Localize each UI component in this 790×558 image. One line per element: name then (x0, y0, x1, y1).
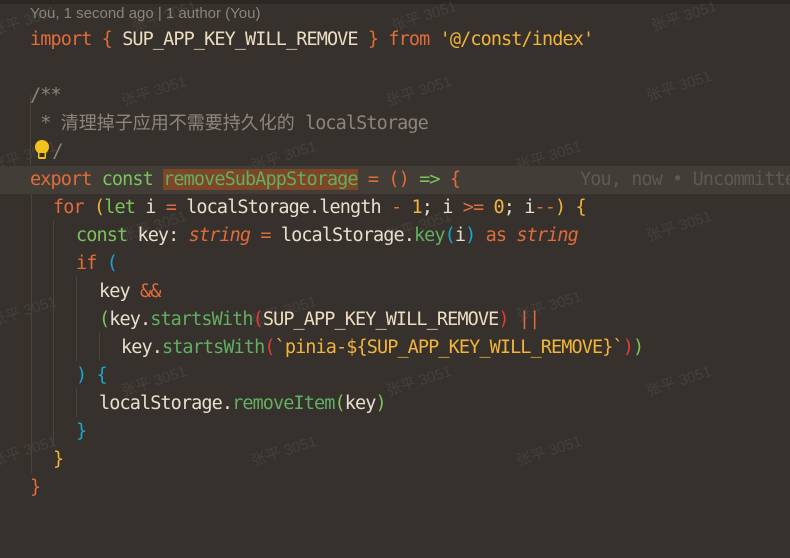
comment-english-text: localStorage (294, 113, 429, 134)
template-string: `pinia-${SUP_APP_KEY_WILL_REMOVE}` (274, 337, 624, 358)
code-line-brace: } (0, 474, 790, 502)
code-line-function-declaration: export const removeSubAppStorage = () =>… (0, 166, 790, 194)
comment-open: /** (30, 85, 62, 106)
argument: i (454, 225, 466, 246)
method-call: key (413, 225, 446, 246)
variable: i (442, 197, 453, 218)
keyword-const: const (76, 225, 128, 246)
open-brace: { (449, 169, 461, 190)
inline-git-blame[interactable]: You, now • Uncommitted changes (580, 166, 790, 194)
arrow-operator: => (419, 169, 440, 190)
paren: ) (632, 337, 644, 358)
keyword-from: from (388, 29, 430, 50)
variable: i (524, 197, 535, 218)
keyword-const: const (101, 169, 154, 190)
imported-constant: SUP_APP_KEY_WILL_REMOVE (122, 29, 358, 50)
code-line-const-key: const key: string = localStorage.key(i) … (0, 222, 790, 250)
expression: localStorage.length (186, 197, 381, 218)
paren: ) (622, 337, 634, 358)
code-line-startswith-1: (key.startsWith(SUP_APP_KEY_WILL_REMOVE)… (0, 306, 790, 334)
import-path: '@/const/index' (439, 29, 594, 50)
code-line-import: import { SUP_APP_KEY_WILL_REMOVE } from … (0, 26, 790, 54)
function-name-highlighted[interactable]: removeSubAppStorage (163, 169, 359, 190)
paren: ( (99, 309, 110, 330)
comment-star: * (30, 113, 61, 134)
keyword-let: let (104, 197, 136, 218)
comment-chinese-text: 清理掉子应用不需要持久化的 (60, 113, 295, 134)
brace: { (575, 197, 586, 218)
semicolon: ; (421, 197, 433, 218)
paren: ( (252, 309, 264, 330)
expression: localStorage. (99, 393, 233, 414)
argument: key (344, 393, 377, 414)
paren: ) (375, 393, 386, 414)
paren: ( (264, 337, 275, 358)
parens: () (388, 169, 409, 190)
variable: key. (109, 309, 151, 330)
code-line-startswith-2: key.startsWith(`pinia-${SUP_APP_KEY_WILL… (0, 334, 790, 362)
code-editor[interactable]: 张平 3051 张平 3051 张平 3051 张平 3051 张平 3051 … (0, 0, 790, 506)
operator: - (390, 197, 402, 218)
close-brace: } (367, 29, 379, 50)
paren: ( (93, 197, 105, 218)
variable: i (145, 197, 156, 218)
operator: = (260, 225, 271, 246)
keyword-as: as (485, 225, 507, 246)
code-line-remove-item: localStorage.removeItem(key) (0, 390, 790, 418)
variable: key. (121, 337, 163, 358)
operator-assign: = (367, 169, 379, 190)
paren: ) (554, 197, 566, 218)
variable: key (99, 281, 131, 302)
paren: ( (334, 393, 345, 414)
type-annotation: string (516, 225, 578, 246)
code-line-for-loop: for (let i = localStorage.length - 1; i … (0, 194, 790, 222)
method-call: startsWith (161, 337, 265, 358)
paren: ) (498, 309, 509, 330)
code-line-brace: } (0, 418, 790, 446)
number: 0 (493, 197, 504, 218)
codelens-blame-summary[interactable]: You, 1 second ago | 1 author (You) (30, 5, 260, 22)
code-line-brace: } (0, 446, 790, 474)
paren: ) (76, 365, 87, 386)
open-brace: { (101, 29, 113, 50)
paren: ) (465, 225, 476, 246)
operator: = (165, 197, 177, 218)
brace: { (96, 365, 108, 386)
keyword-for: for (53, 197, 85, 218)
code-line-comment-close: / (0, 138, 790, 166)
brace: } (30, 477, 41, 498)
argument: SUP_APP_KEY_WILL_REMOVE (262, 309, 499, 330)
operator: >= (462, 197, 484, 218)
number: 1 (411, 197, 422, 218)
keyword-import: import (30, 29, 92, 50)
brace: } (76, 421, 87, 442)
code-line-if: if ( (0, 250, 790, 278)
lightbulb-icon[interactable] (33, 139, 51, 161)
method-call: removeItem (232, 393, 335, 414)
operator: && (139, 281, 161, 302)
paren: ( (444, 225, 456, 246)
operator: || (518, 309, 540, 330)
keyword-if: if (76, 253, 97, 274)
brace: } (53, 449, 64, 470)
code-line-key-and: key && (0, 278, 790, 306)
code-line-if-close: ) { (0, 362, 790, 390)
keyword-export: export (30, 169, 92, 190)
semicolon: ; (503, 197, 515, 218)
variable: key: (137, 225, 179, 246)
operator: -- (534, 197, 555, 218)
code-line-comment-body: * 清理掉子应用不需要持久化的 localStorage (0, 110, 790, 138)
type-annotation: string (188, 225, 251, 246)
paren: ( (106, 253, 118, 274)
method-call: startsWith (150, 309, 253, 330)
code-line-comment-open: /** (0, 82, 790, 110)
expression: localStorage. (280, 225, 415, 246)
